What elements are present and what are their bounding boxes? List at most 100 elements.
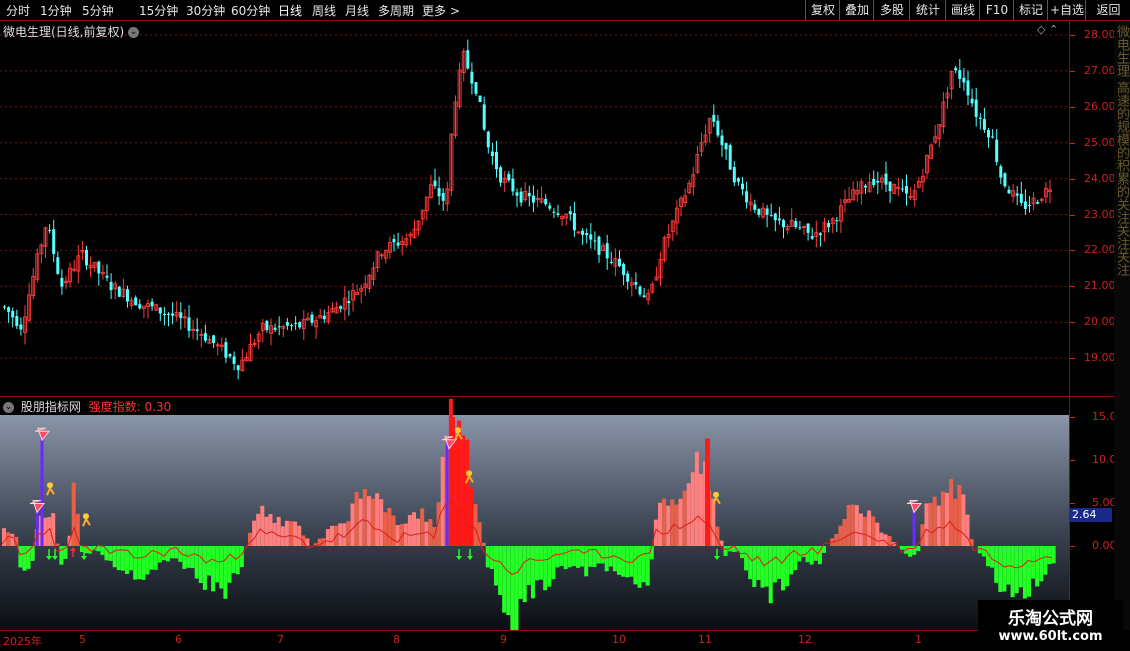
period-tab-monthly[interactable]: 月线 — [345, 2, 369, 19]
runner-marker-icon — [83, 513, 89, 520]
runner-marker-icon — [455, 427, 461, 434]
indicator-bar — [129, 546, 134, 571]
candle-body — [622, 264, 626, 276]
candle-body — [806, 223, 810, 233]
indicator-bar — [908, 546, 913, 557]
indicator-param-value: 0.30 — [144, 400, 172, 414]
button-f10[interactable]: F10 — [979, 0, 1014, 20]
price-axis-tick — [1070, 70, 1075, 72]
indicator-bar — [514, 546, 519, 632]
period-tab-15min[interactable]: 15分钟 — [139, 2, 178, 19]
candle-body — [572, 213, 576, 231]
candle-body — [105, 275, 109, 278]
candle-body — [515, 192, 519, 196]
indicator-bar — [928, 502, 933, 546]
button-overlay[interactable]: 叠加 — [839, 0, 874, 20]
candle-body — [495, 151, 498, 170]
candle-body — [52, 229, 56, 254]
button-statistics[interactable]: 统计 — [909, 0, 946, 20]
price-axis-label: 24.00 — [1084, 171, 1116, 185]
indicator-bar — [662, 498, 667, 546]
price-axis-tick — [1070, 178, 1075, 180]
indicator-bar — [330, 525, 334, 546]
period-tab-timeshare[interactable]: 分时 — [6, 2, 30, 19]
candle-body — [716, 120, 720, 136]
candle-body — [60, 277, 64, 287]
period-tab-60min[interactable]: 60分钟 — [231, 2, 270, 19]
indicator-chart[interactable] — [0, 397, 1069, 632]
indicator-bar — [10, 533, 15, 546]
candle-body — [392, 238, 396, 243]
indicator-bar — [469, 487, 474, 546]
price-axis: 28.00 27.00 26.00 25.00 24.00 23.00 22.00 21.00… — [1070, 21, 1116, 396]
indicator-bar — [744, 546, 749, 571]
indicator-param-label: 强度指数: — [88, 400, 141, 414]
indicator-panel[interactable] — [0, 397, 1069, 632]
candle-body — [527, 192, 531, 197]
indicator-bar — [223, 546, 228, 599]
indicator-bar — [858, 513, 863, 546]
indicator-bar — [383, 512, 388, 546]
indicator-bar — [617, 546, 621, 575]
current-value-badge: 2.64 — [1070, 508, 1112, 522]
candle-body — [872, 178, 876, 186]
indicator-bar — [641, 546, 646, 583]
candlestick-chart[interactable] — [0, 21, 1069, 396]
axis-divider — [1069, 21, 1070, 630]
chevron-down-icon[interactable]: ⌄ — [128, 27, 140, 38]
button-draw-line[interactable]: 画线 — [945, 0, 980, 20]
candle-body — [294, 322, 298, 324]
indicator-bar — [71, 482, 76, 546]
price-axis-label: 23.00 — [1084, 207, 1116, 221]
candle-body — [486, 131, 490, 148]
indicator-bar — [768, 546, 773, 604]
button-mark[interactable]: 标记 — [1013, 0, 1048, 20]
period-tab-5min[interactable]: 5分钟 — [82, 2, 114, 19]
diamond-icon[interactable]: ◇ ⌃ — [1037, 23, 1058, 36]
candle-body — [228, 354, 232, 357]
button-add-watchlist[interactable]: +自选 — [1047, 0, 1086, 20]
indicator-bar — [186, 546, 191, 568]
indicator-bar — [945, 492, 949, 546]
candle-body — [712, 114, 716, 122]
indicator-bar — [600, 546, 605, 564]
indicator-bar — [149, 546, 154, 570]
period-tab-multi[interactable]: 多周期 — [378, 2, 414, 19]
period-tab-more[interactable]: 更多 > — [422, 2, 460, 19]
price-axis-label: 22.00 — [1084, 243, 1116, 257]
candle-body — [905, 186, 908, 194]
button-multi-stock[interactable]: 多股 — [873, 0, 910, 20]
period-tab-30min[interactable]: 30分钟 — [186, 2, 225, 19]
indicator-bar — [871, 516, 876, 546]
indicator-bar — [395, 525, 400, 546]
indicator-bar — [604, 546, 609, 572]
button-back[interactable]: 返回 — [1085, 0, 1130, 20]
candle-body — [490, 151, 494, 157]
candle-body — [466, 50, 470, 69]
date-label: 2025年 — [3, 635, 42, 648]
indicator-bar — [252, 520, 257, 546]
candle-body — [741, 183, 744, 190]
candlestick-panel[interactable] — [0, 21, 1069, 396]
indicator-bar — [227, 546, 232, 583]
period-toolbar: 分时 1分钟 5分钟 15分钟 30分钟 60分钟 日线 周线 月线 多周期 更… — [0, 0, 1130, 21]
indicator-bar — [949, 479, 954, 546]
indicator-bar — [276, 516, 281, 546]
candle-body — [552, 211, 556, 213]
candle-body — [3, 306, 6, 308]
candle-body — [544, 198, 548, 205]
period-tab-daily[interactable]: 日线 — [278, 2, 302, 19]
period-tab-weekly[interactable]: 周线 — [312, 2, 336, 19]
button-restore-rights[interactable]: 复权 — [805, 0, 840, 20]
chevron-down-icon[interactable]: ⌄ — [3, 402, 14, 413]
indicator-bar — [699, 473, 703, 546]
indicator-bar — [1043, 546, 1048, 575]
date-label: 7 — [277, 633, 284, 646]
period-tab-1min[interactable]: 1分钟 — [40, 2, 72, 19]
price-axis-tick — [1070, 35, 1075, 36]
candle-body — [605, 243, 609, 259]
indicator-bar — [539, 546, 544, 580]
indicator-bar — [526, 546, 531, 586]
indicator-bar — [842, 519, 847, 546]
indicator-bar — [268, 514, 273, 546]
